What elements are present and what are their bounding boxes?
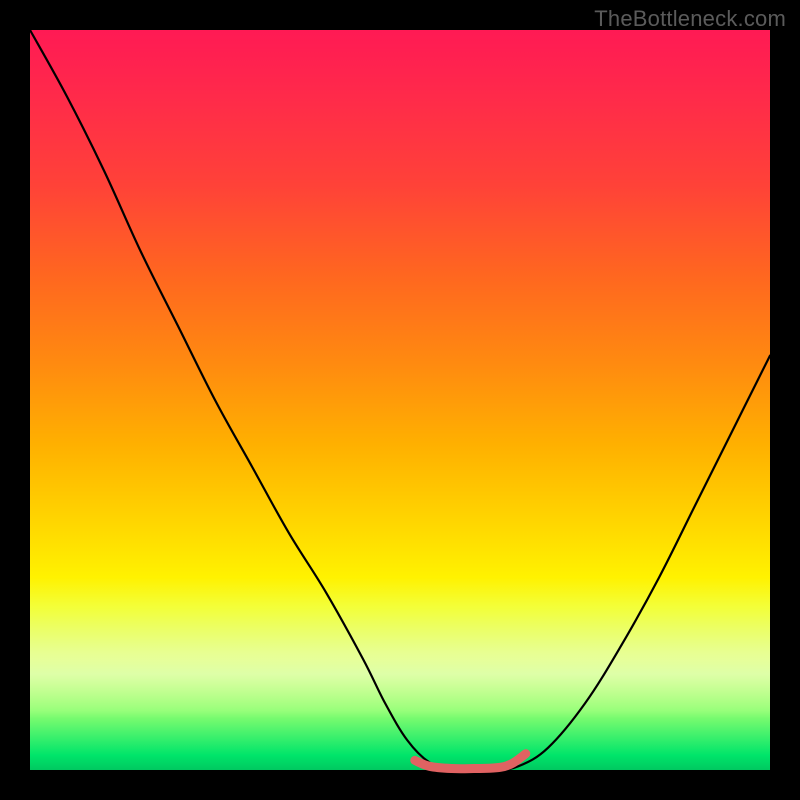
watermark-text: TheBottleneck.com — [594, 6, 786, 32]
bottleneck-chart — [30, 30, 770, 770]
chart-frame: TheBottleneck.com — [0, 0, 800, 800]
bottleneck-curve — [30, 30, 770, 771]
plot-area — [30, 30, 770, 770]
flat-minimum-segment — [415, 754, 526, 769]
